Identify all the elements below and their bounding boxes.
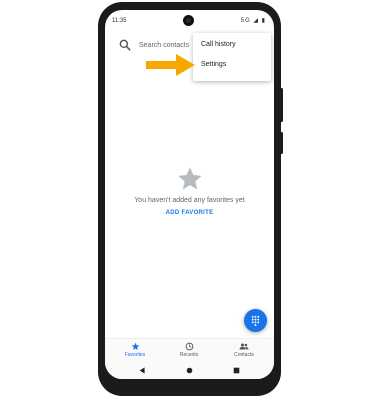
system-navigation-bar — [105, 362, 274, 379]
power-button — [280, 88, 283, 122]
nav-recents[interactable]: Recents — [169, 342, 209, 358]
nav-contacts-label: Contacts — [234, 352, 254, 358]
add-favorite-button[interactable]: ADD FAVORITE — [105, 210, 274, 216]
recents-icon[interactable] — [233, 367, 240, 374]
front-camera — [183, 15, 194, 26]
nav-favorites-label: Favorites — [124, 352, 146, 358]
clock-icon — [185, 342, 193, 351]
status-time: 11:35 — [112, 18, 127, 24]
status-icons: 5G ◢ ▮ — [240, 18, 266, 24]
empty-favorites-message: You haven't added any favorites yet — [134, 197, 245, 204]
dialpad-icon — [251, 315, 260, 326]
people-icon — [239, 343, 249, 350]
home-icon[interactable] — [186, 367, 193, 374]
volume-button — [280, 132, 283, 154]
menu-item-call-history[interactable]: Call history — [201, 41, 236, 48]
bottom-navigation: Favorites Recents Contacts — [105, 338, 274, 363]
dialpad-button[interactable] — [244, 309, 267, 332]
annotation-arrow-icon — [146, 54, 195, 76]
menu-item-settings[interactable]: Settings — [201, 61, 226, 68]
back-icon[interactable] — [139, 367, 146, 374]
nav-contacts[interactable]: Contacts — [224, 342, 264, 358]
star-icon — [131, 342, 139, 350]
search-icon — [119, 39, 131, 51]
star-icon — [178, 167, 202, 190]
nav-favorites[interactable]: Favorites — [115, 342, 155, 358]
search-placeholder: Search contacts — [139, 41, 190, 49]
search-bar[interactable]: Search contacts — [111, 34, 203, 56]
overflow-menu: Call history Settings — [193, 33, 271, 81]
nav-recents-label: Recents — [179, 352, 199, 358]
